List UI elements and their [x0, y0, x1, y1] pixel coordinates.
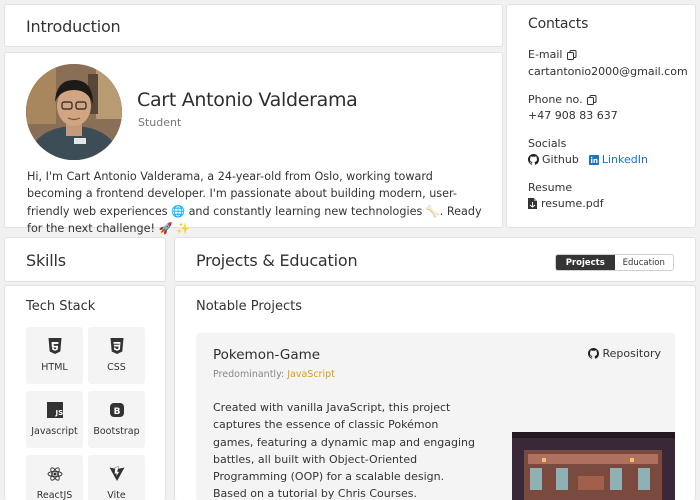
- phone-label: Phone no.: [528, 93, 583, 106]
- vite-icon: [109, 466, 124, 481]
- repository-link[interactable]: Repository: [587, 347, 662, 360]
- projects-card: Notable Projects Pokemon-Game Predominan…: [174, 285, 696, 500]
- project-language-prefix: Predominantly:: [213, 369, 285, 380]
- introduction-card: Cart Antonio Valderama Student Hi, I'm C…: [4, 52, 503, 235]
- javascript-icon: JS: [46, 402, 63, 418]
- github-icon: [528, 154, 539, 165]
- skill-label: ReactJS: [36, 490, 73, 500]
- html5-icon: [48, 338, 61, 354]
- profile-name: Cart Antonio Valderama: [137, 89, 358, 111]
- skill-tile-react: ReactJS: [26, 455, 83, 500]
- tech-stack-title: Tech Stack: [26, 299, 96, 314]
- linkedin-link[interactable]: LinkedIn: [588, 153, 648, 166]
- github-link[interactable]: Github: [528, 153, 579, 166]
- skill-tile-vite: Vite: [88, 455, 145, 500]
- linkedin-label: LinkedIn: [601, 153, 648, 166]
- notable-projects-title: Notable Projects: [196, 299, 302, 314]
- email-value: cartantonio2000@gmail.com: [528, 65, 688, 78]
- skill-tile-css: CSS: [88, 327, 145, 384]
- file-icon: [528, 198, 537, 209]
- github-icon: [587, 348, 599, 359]
- svg-text:B: B: [113, 407, 120, 417]
- skill-label: CSS: [107, 362, 126, 373]
- projects-education-toggle: Projects Education: [555, 254, 674, 271]
- project-card: Pokemon-Game Predominantly: JavaScript R…: [196, 333, 675, 500]
- profile-bio: Hi, I'm Cart Antonio Valderama, a 24-yea…: [27, 170, 482, 235]
- tab-education[interactable]: Education: [614, 255, 673, 270]
- skills-title: Skills: [26, 251, 66, 270]
- socials-label: Socials: [528, 137, 567, 150]
- avatar: [26, 64, 122, 160]
- projects-title: Projects & Education: [196, 251, 358, 270]
- skills-header-card: Skills: [4, 237, 166, 282]
- project-screenshot: [512, 432, 675, 500]
- skill-label: Bootstrap: [93, 426, 140, 437]
- socials-row: Github LinkedIn: [528, 153, 648, 166]
- linkedin-icon: [588, 154, 599, 165]
- project-language: Predominantly: JavaScript: [213, 369, 335, 380]
- skill-tile-html: HTML: [26, 327, 83, 384]
- project-title: Pokemon-Game: [213, 347, 321, 363]
- contacts-title: Contacts: [528, 16, 589, 32]
- svg-text:JS: JS: [54, 409, 63, 417]
- skill-tile-bootstrap: B Bootstrap: [88, 391, 145, 448]
- skill-label: Javascript: [31, 426, 78, 437]
- phone-label-row: Phone no.: [528, 93, 597, 106]
- project-description: Created with vanilla JavaScript, this pr…: [213, 401, 475, 500]
- react-icon: [47, 467, 62, 481]
- skills-card: Tech Stack HTML CSS JS Javascript B Boot…: [4, 285, 166, 500]
- introduction-title: Introduction: [26, 17, 121, 36]
- contacts-card: Contacts E-mail cartantonio2000@gmail.co…: [506, 4, 696, 228]
- resume-label: Resume: [528, 181, 573, 194]
- skill-label: HTML: [41, 362, 68, 373]
- phone-value: +47 908 83 637: [528, 109, 618, 122]
- resume-filename: resume.pdf: [541, 197, 604, 210]
- css3-icon: [110, 338, 123, 354]
- project-language-value: JavaScript: [287, 369, 335, 380]
- projects-header-card: Projects & Education Projects Education: [174, 237, 696, 282]
- github-label: Github: [542, 153, 579, 166]
- introduction-header-card: Introduction: [4, 4, 503, 47]
- resume-link[interactable]: resume.pdf: [528, 197, 604, 210]
- bootstrap-icon: B: [109, 403, 124, 417]
- email-label-row: E-mail: [528, 48, 577, 61]
- email-label: E-mail: [528, 48, 563, 61]
- skill-tile-javascript: JS Javascript: [26, 391, 83, 448]
- profile-role: Student: [138, 116, 182, 129]
- tab-projects[interactable]: Projects: [556, 255, 615, 270]
- copy-icon[interactable]: [566, 49, 577, 60]
- repository-label: Repository: [602, 347, 662, 360]
- copy-icon[interactable]: [586, 94, 597, 105]
- skill-label: Vite: [107, 490, 126, 500]
